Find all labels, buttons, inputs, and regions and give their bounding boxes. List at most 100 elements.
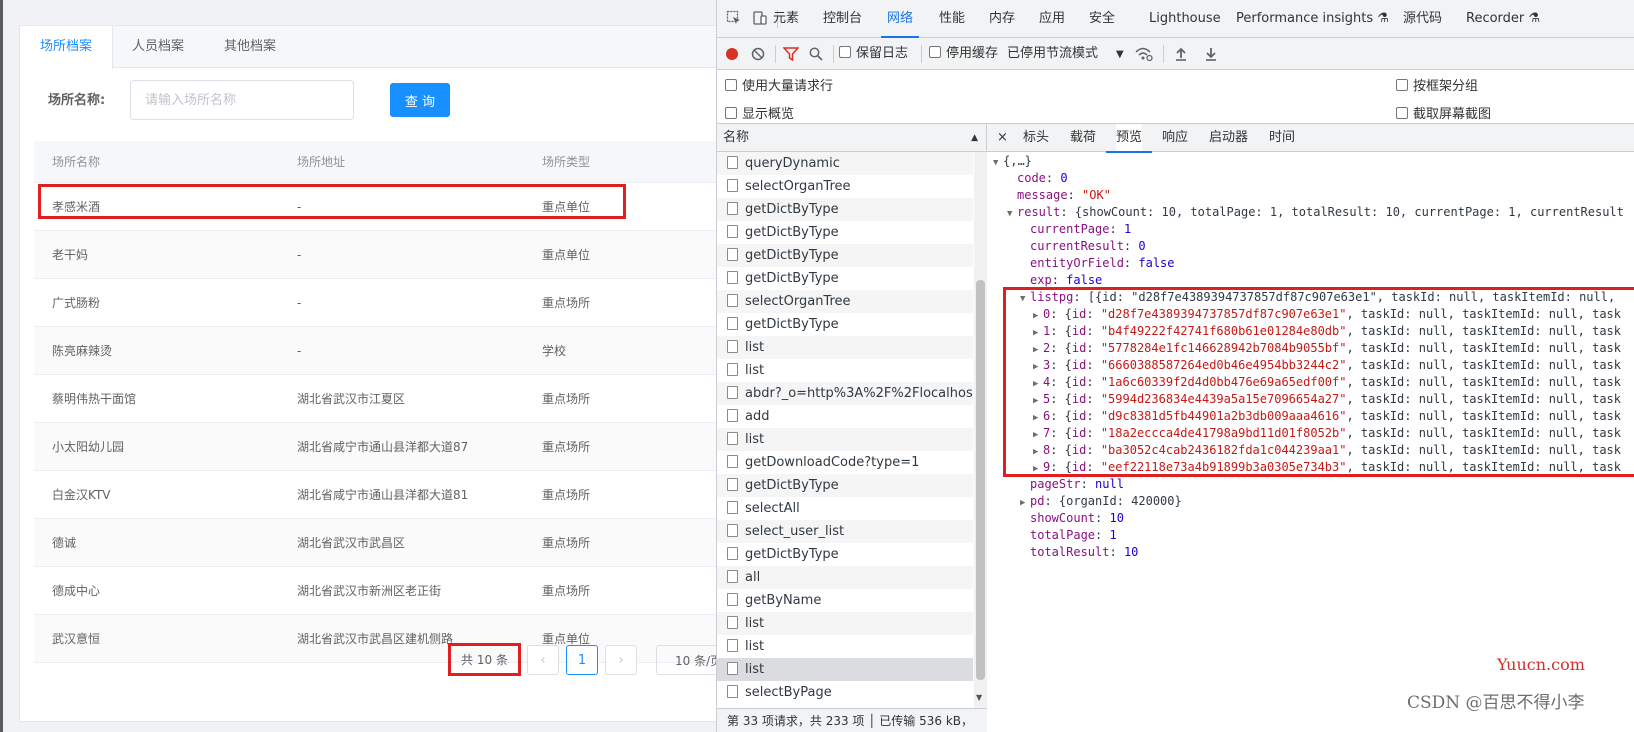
request-name: list: [745, 432, 765, 447]
file-icon: [727, 547, 738, 560]
table-row[interactable]: 小太阳幼儿园 湖北省咸宁市通山县洋都大道87 重点场所: [34, 423, 717, 471]
tab-recorder[interactable]: Recorder ⚗: [1466, 0, 1540, 38]
file-icon: [727, 156, 738, 169]
close-detail-icon[interactable]: ×: [997, 124, 1008, 152]
table-row[interactable]: 老干妈 - 重点单位: [34, 231, 717, 279]
request-row[interactable]: list: [717, 428, 973, 451]
tab-network[interactable]: 网络: [880, 0, 920, 38]
request-list-header[interactable]: 名称 ▲: [717, 124, 986, 152]
json-result[interactable]: ▼ result: {showCount: 10, totalPage: 1, t…: [987, 204, 1634, 221]
capture-screenshots-checkbox[interactable]: 截取屏幕截图: [1396, 103, 1491, 122]
tab-other-archive[interactable]: 其他档案: [204, 26, 296, 68]
network-toolbar: 保留日志 停用缓存 已停用节流模式 ▼: [717, 38, 1634, 70]
prev-page-button[interactable]: ‹: [527, 645, 559, 675]
tab-performance-insights[interactable]: Performance insights ⚗: [1236, 0, 1389, 38]
device-toolbar-icon[interactable]: [751, 10, 769, 28]
request-row[interactable]: selectByPage: [717, 681, 973, 704]
import-har-icon[interactable]: [1175, 47, 1187, 61]
json-pd[interactable]: ▶ pd: {organId: 420000}: [987, 493, 1634, 510]
tab-sources[interactable]: 源代码: [1403, 0, 1442, 38]
request-list-scrollbar[interactable]: ▼: [974, 152, 987, 708]
site-name-cell: 德成中心: [52, 584, 101, 598]
table-row[interactable]: 广式肠粉 - 重点场所: [34, 279, 717, 327]
tab-person-archive[interactable]: 人员档案: [112, 26, 204, 68]
inspect-element-icon[interactable]: [725, 10, 743, 28]
json-total-result: totalResult: 10: [1030, 545, 1139, 559]
tab-elements[interactable]: 元素: [773, 0, 799, 38]
tab-lighthouse[interactable]: Lighthouse: [1149, 0, 1221, 38]
file-icon: [727, 202, 738, 215]
tab-recorder-label: Recorder: [1466, 11, 1525, 26]
site-name-input[interactable]: [130, 80, 354, 120]
tab-payload[interactable]: 载荷: [1070, 124, 1096, 152]
json-total-page: totalPage: 1: [1030, 528, 1117, 542]
request-row[interactable]: queryDynamic: [717, 152, 973, 175]
request-row[interactable]: abdr?_o=http%3A%2F%2Flocalhost%3...: [717, 382, 973, 405]
network-conditions-icon[interactable]: [1135, 46, 1153, 62]
request-row[interactable]: list: [717, 336, 973, 359]
request-row[interactable]: list: [717, 359, 973, 382]
request-row[interactable]: getDictByType: [717, 198, 973, 221]
throttling-select[interactable]: 已停用节流模式 ▼: [1007, 38, 1124, 70]
tab-security[interactable]: 安全: [1089, 0, 1115, 38]
scroll-down-icon[interactable]: ▼: [976, 693, 982, 702]
request-row[interactable]: list: [717, 658, 973, 681]
query-button[interactable]: 查 询: [390, 83, 450, 117]
request-row[interactable]: all: [717, 566, 973, 589]
tab-performance[interactable]: 性能: [939, 0, 965, 38]
next-page-button[interactable]: ›: [605, 645, 637, 675]
tab-console[interactable]: 控制台: [823, 0, 862, 38]
request-name: list: [745, 363, 765, 378]
request-row[interactable]: selectOrganTree: [717, 290, 973, 313]
page-size-select[interactable]: 10 条/页: [656, 645, 716, 675]
table-row[interactable]: 陈亮麻辣烫 - 学校: [34, 327, 717, 375]
request-row[interactable]: getDictByType: [717, 221, 973, 244]
tab-preview[interactable]: 预览: [1105, 124, 1153, 153]
scrollbar-thumb[interactable]: [976, 280, 985, 680]
page-1-button[interactable]: 1: [566, 645, 598, 675]
request-row[interactable]: getDictByType: [717, 313, 973, 336]
request-name: getDictByType: [745, 478, 839, 493]
request-row[interactable]: getDictByType: [717, 543, 973, 566]
tab-response[interactable]: 响应: [1162, 124, 1188, 152]
filter-icon[interactable]: [782, 47, 800, 62]
tab-site-archive[interactable]: 场所档案: [20, 26, 114, 69]
file-icon: [727, 616, 738, 629]
preserve-log-checkbox[interactable]: 保留日志: [839, 38, 908, 70]
table-row[interactable]: 蔡明伟热干面馆 湖北省武汉市江夏区 重点场所: [34, 375, 717, 423]
table-row[interactable]: 德成中心 湖北省武汉市新洲区老正街 重点场所: [34, 567, 717, 615]
request-row[interactable]: getDictByType: [717, 474, 973, 497]
request-row[interactable]: add: [717, 405, 973, 428]
file-icon: [727, 501, 738, 514]
export-har-icon[interactable]: [1205, 47, 1217, 61]
show-overview-checkbox[interactable]: 显示概览: [725, 103, 794, 122]
record-icon[interactable]: [725, 47, 739, 61]
json-root[interactable]: ▼ {,…}: [987, 153, 1634, 170]
search-icon[interactable]: [809, 47, 823, 61]
clear-icon[interactable]: [751, 47, 765, 61]
request-row[interactable]: list: [717, 612, 973, 635]
request-row[interactable]: getByName: [717, 589, 973, 612]
tab-memory[interactable]: 内存: [989, 0, 1015, 38]
request-row[interactable]: selectOrganTree: [717, 175, 973, 198]
table-header: 场所名称 场所地址 场所类型: [34, 141, 717, 183]
request-row[interactable]: list: [717, 635, 973, 658]
disable-cache-checkbox[interactable]: 停用缓存: [929, 38, 998, 70]
request-row[interactable]: getDictByType: [717, 244, 973, 267]
group-by-frame-checkbox[interactable]: 按框架分组: [1396, 75, 1478, 94]
chevron-down-icon: ▼: [1116, 49, 1124, 60]
request-row[interactable]: selectAll: [717, 497, 973, 520]
tab-initiator[interactable]: 启动器: [1209, 124, 1248, 152]
large-rows-checkbox[interactable]: 使用大量请求行: [725, 75, 833, 94]
request-name: selectByPage: [745, 685, 832, 700]
request-row[interactable]: getDictByType: [717, 267, 973, 290]
file-icon: [727, 593, 738, 606]
table-row[interactable]: 德诚 湖北省武汉市武昌区 重点场所: [34, 519, 717, 567]
tab-headers[interactable]: 标头: [1023, 124, 1049, 152]
request-row[interactable]: getDownloadCode?type=1: [717, 451, 973, 474]
archive-card: 场所档案 人员档案 其他档案 场所名称: 查 询 场所名称 场所地址 场所类型 …: [19, 25, 717, 722]
tab-application[interactable]: 应用: [1039, 0, 1065, 38]
tab-timing[interactable]: 时间: [1269, 124, 1295, 152]
request-row[interactable]: select_user_list: [717, 520, 973, 543]
table-row[interactable]: 白金汉KTV 湖北省咸宁市通山县洋都大道81 重点场所: [34, 471, 717, 519]
